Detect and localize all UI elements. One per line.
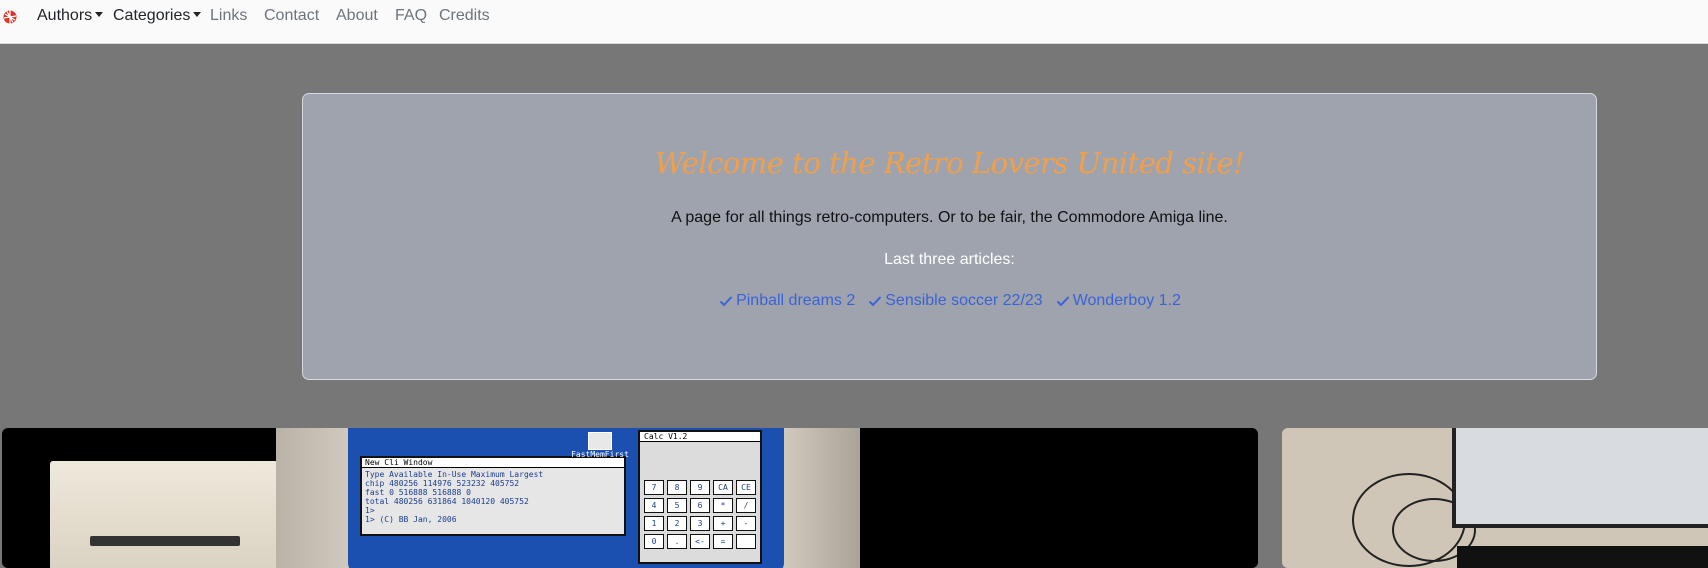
fastmemfirst-icon: FastMemFirst xyxy=(568,430,632,460)
checkered-ball-icon[interactable] xyxy=(3,10,17,24)
latest-articles-list: Pinball dreams 2 Sensible soccer 22/23 W… xyxy=(303,292,1596,310)
article-card-image-lcd-setup[interactable] xyxy=(1282,428,1708,568)
hero-subtitle: A page for all things retro-computers. O… xyxy=(671,209,1228,226)
nav-credits[interactable]: Credits xyxy=(439,6,490,26)
calc-key: 1 xyxy=(644,516,664,531)
top-navbar: Authors Categories Links Contact About F… xyxy=(0,0,1708,44)
article-link-sensible-soccer[interactable]: Sensible soccer 22/23 xyxy=(867,292,1043,310)
article-link-wonderboy[interactable]: Wonderboy 1.2 xyxy=(1055,292,1181,310)
article-link-pinball-dreams[interactable]: Pinball dreams 2 xyxy=(718,292,855,310)
calc-key: + xyxy=(713,516,733,531)
article-label: Wonderboy 1.2 xyxy=(1072,292,1181,309)
floppy-slot xyxy=(90,536,240,546)
check-icon xyxy=(869,296,882,307)
monitor-photo: New Cli Window Type Available In-Use Max… xyxy=(276,428,860,568)
calc-key xyxy=(736,534,756,549)
nav-categories-dropdown[interactable]: Categories xyxy=(113,6,202,26)
nav-categories-label: Categories xyxy=(113,7,191,24)
check-icon xyxy=(719,296,733,307)
floppy-drive-photo xyxy=(50,461,278,568)
calc-key: 6 xyxy=(690,498,710,513)
calc-key: 0 xyxy=(644,534,664,549)
calc-key: = xyxy=(713,534,733,549)
check-icon xyxy=(1056,296,1069,307)
nav-contact[interactable]: Contact xyxy=(264,6,319,26)
calc-key: 3 xyxy=(690,516,710,531)
calc-key: / xyxy=(736,498,756,513)
calc-key: - xyxy=(736,516,756,531)
cli-window: New Cli Window Type Available In-Use Max… xyxy=(360,456,626,536)
nav-authors-label: Authors xyxy=(37,7,93,24)
calc-key: 5 xyxy=(667,498,687,513)
calc-key: 9 xyxy=(690,480,710,495)
cli-line: total 480256 631864 1040120 405752 xyxy=(365,497,529,506)
nav-authors-dropdown[interactable]: Authors xyxy=(37,6,104,26)
article-label: Sensible soccer 22/23 xyxy=(885,292,1043,309)
nav-about[interactable]: About xyxy=(336,6,378,26)
welcome-jumbotron: Welcome to the Retro Lovers United site!… xyxy=(302,93,1597,380)
cli-line: chip 480256 114976 523232 405752 xyxy=(365,479,520,488)
cli-line: 1> xyxy=(365,506,375,515)
program-icon xyxy=(588,432,612,450)
calc-key: . xyxy=(667,534,687,549)
nav-faq[interactable]: FAQ xyxy=(395,6,427,26)
cli-line: 1> (C) BB Jan, 2006 xyxy=(365,515,457,524)
article-label: Pinball dreams 2 xyxy=(736,292,856,309)
calculator-window: Calc V1.2 7 8 9 CA CE 4 5 6 */ 1 2 3 + - 0. <- = xyxy=(638,430,762,564)
workbench-screen: New Cli Window Type Available In-Use Max… xyxy=(348,428,784,568)
calc-key: 8 xyxy=(667,480,687,495)
last-articles-label: Last three articles: xyxy=(884,251,1015,268)
monitor-bezel-photo xyxy=(1457,546,1708,568)
article-card-image-amiga-monitor[interactable]: New Cli Window Type Available In-Use Max… xyxy=(2,428,1258,568)
calc-key: CA xyxy=(713,480,733,495)
calc-key: 7 xyxy=(644,480,664,495)
hero-title: Welcome to the Retro Lovers United site! xyxy=(654,146,1245,180)
calc-key: 4 xyxy=(644,498,664,513)
nav-links[interactable]: Links xyxy=(210,6,247,26)
fastmem-label: FastMemFirst xyxy=(571,450,629,459)
cli-line: Type Available In-Use Maximum Largest xyxy=(365,470,544,479)
caret-down-icon xyxy=(95,12,104,17)
calc-key: * xyxy=(713,498,733,513)
calc-title: Calc V1.2 xyxy=(640,432,760,442)
calc-key: 2 xyxy=(667,516,687,531)
caret-down-icon xyxy=(193,12,202,17)
calc-key: CE xyxy=(736,480,756,495)
lcd-screen-photo xyxy=(1452,428,1708,528)
calc-key: <- xyxy=(690,534,710,549)
cli-line: fast 0 516888 516888 0 xyxy=(365,488,471,497)
